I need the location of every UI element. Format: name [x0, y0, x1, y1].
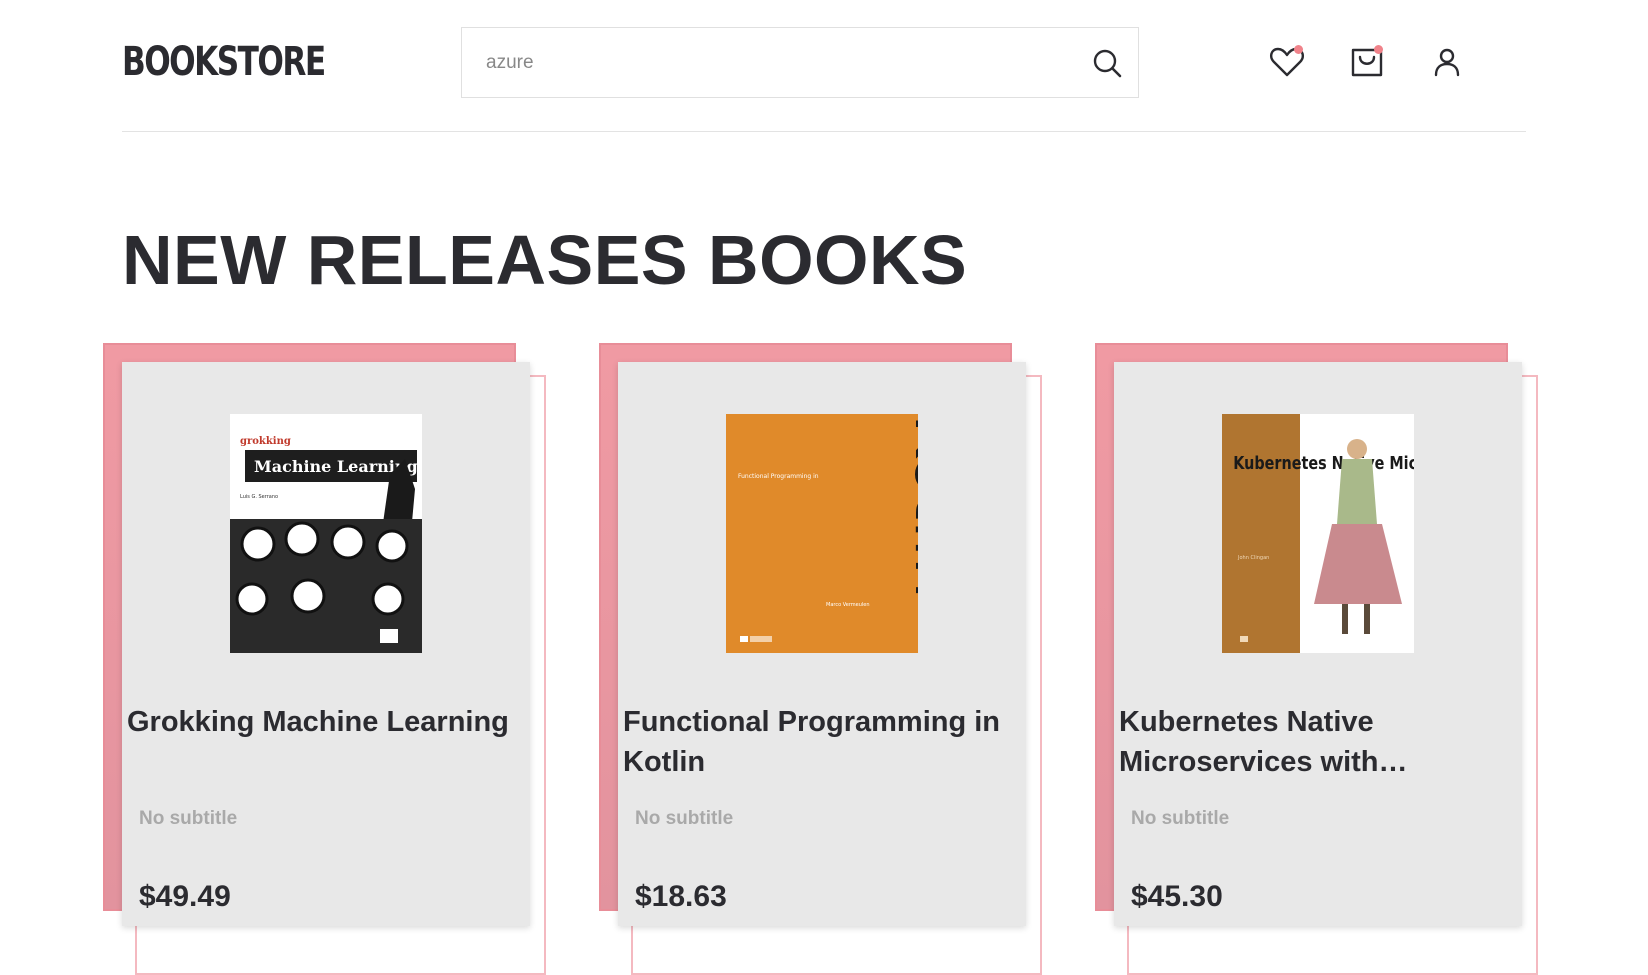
search-bar: [461, 27, 1139, 98]
book-card-wrapper: grokking Machine Learning Luis G. Serran…: [103, 343, 546, 975]
logo[interactable]: BOOKSTORE: [122, 38, 326, 86]
book-subtitle: No subtitle: [1131, 808, 1230, 829]
book-title[interactable]: Functional Programming in Kotlin: [623, 702, 1023, 782]
cover-top-label: Functional Programming in: [738, 473, 819, 480]
user-icon: [1434, 48, 1460, 77]
book-title[interactable]: Grokking Machine Learning: [127, 702, 527, 742]
book-card-wrapper: Functional Programming in Kotlin Marco V…: [599, 343, 1042, 975]
book-subtitle: No subtitle: [635, 808, 734, 829]
book-title[interactable]: Kubernetes Native Microservices with…: [1119, 702, 1519, 782]
cover-author: Marco Vermeulen: [826, 602, 870, 608]
cart-badge-dot: [1374, 45, 1383, 54]
book-subtitle: No subtitle: [139, 808, 238, 829]
search-icon[interactable]: [1090, 46, 1124, 80]
book-cover: grokking Machine Learning Luis G. Serran…: [230, 414, 422, 653]
wishlist-button[interactable]: [1267, 42, 1307, 82]
cover-top-label: grokking: [240, 436, 291, 447]
book-card[interactable]: Kubernetes Native Microservices John Cli…: [1114, 362, 1522, 926]
cover-main-title: Kubernetes Native Microservices: [1233, 452, 1414, 473]
search-input[interactable]: [486, 28, 1066, 97]
book-card[interactable]: grokking Machine Learning Luis G. Serran…: [122, 362, 530, 926]
account-button[interactable]: [1427, 42, 1467, 82]
book-card[interactable]: Functional Programming in Kotlin Marco V…: [618, 362, 1026, 926]
book-price: $49.49: [139, 880, 231, 913]
cart-button[interactable]: [1347, 42, 1387, 82]
cover-author: Luis G. Serrano: [240, 494, 278, 500]
header: BOOKSTORE: [122, 0, 1526, 132]
book-price: $45.30: [1131, 880, 1223, 913]
cover-main-title: Kotlin: [900, 414, 918, 599]
book-cover: Kubernetes Native Microservices John Cli…: [1222, 414, 1414, 653]
cover-author: John Clingan: [1237, 555, 1269, 561]
book-price: $18.63: [635, 880, 727, 913]
page-title: NEW RELEASES BOOKS: [122, 221, 968, 299]
wishlist-badge-dot: [1294, 45, 1303, 54]
book-card-wrapper: Kubernetes Native Microservices John Cli…: [1095, 343, 1538, 975]
book-cover: Functional Programming in Kotlin Marco V…: [726, 414, 918, 653]
